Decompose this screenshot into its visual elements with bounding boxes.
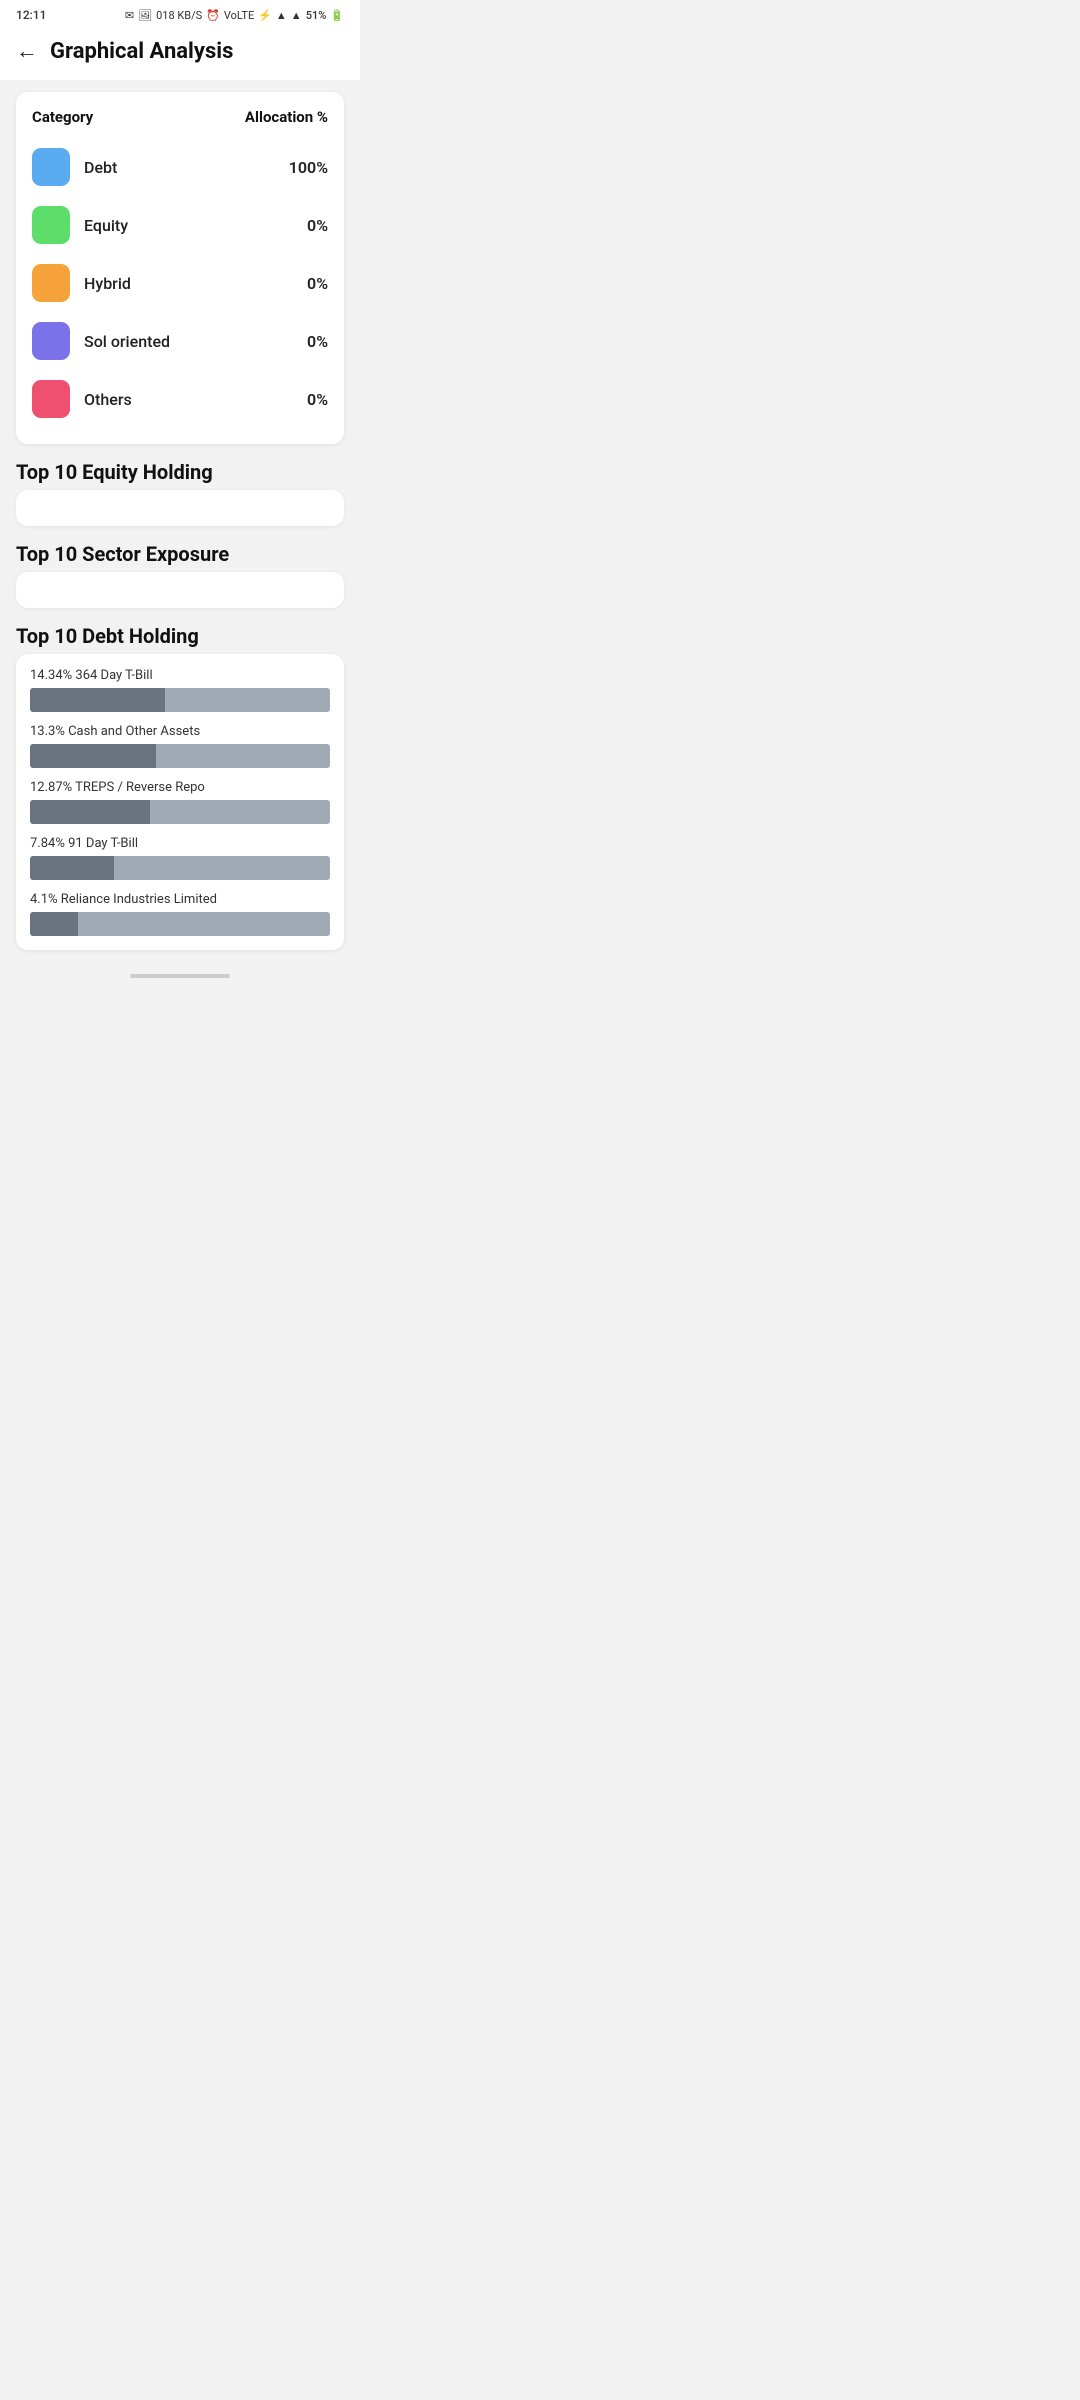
- debt-item-3: 12.87% TREPS / Reverse Repo: [30, 780, 330, 824]
- mail-icon: ✉: [125, 9, 134, 22]
- equity-section-title: Top 10 Equity Holding: [16, 460, 344, 484]
- debt-item-3-bar: [30, 800, 330, 824]
- sector-section: Top 10 Sector Exposure: [16, 542, 344, 608]
- hybrid-allocation: 0%: [307, 274, 328, 293]
- category-row-others: Others 0%: [32, 370, 328, 428]
- debt-item-1-bar: [30, 688, 330, 712]
- hybrid-label: Hybrid: [84, 274, 131, 293]
- equity-label: Equity: [84, 216, 128, 235]
- debt-item-1: 14.34% 364 Day T-Bill: [30, 668, 330, 712]
- image-icon: 🖼: [138, 9, 152, 22]
- debt-label: Debt: [84, 158, 117, 177]
- debt-item-5-label: 4.1% Reliance Industries Limited: [30, 892, 330, 907]
- equity-color-swatch: [32, 206, 70, 244]
- debt-allocation: 100%: [289, 158, 328, 177]
- alarm-icon: ⏰: [206, 9, 220, 22]
- sector-section-title: Top 10 Sector Exposure: [16, 542, 344, 566]
- debt-holding-card: 14.34% 364 Day T-Bill 13.3% Cash and Oth…: [16, 654, 344, 950]
- sol-oriented-label: Sol oriented: [84, 332, 170, 351]
- page-title: Graphical Analysis: [50, 39, 233, 64]
- sol-oriented-allocation: 0%: [307, 332, 328, 351]
- category-card-header: Category Allocation %: [32, 108, 328, 126]
- equity-empty-card: [16, 490, 344, 526]
- volte-icon: VoLTE: [224, 9, 254, 22]
- debt-item-2: 13.3% Cash and Other Assets: [30, 724, 330, 768]
- wifi-icon: ▲: [276, 9, 287, 22]
- equity-section: Top 10 Equity Holding: [16, 460, 344, 526]
- category-row-sol-oriented: Sol oriented 0%: [32, 312, 328, 370]
- equity-allocation: 0%: [307, 216, 328, 235]
- debt-item-4-bar: [30, 856, 330, 880]
- debt-item-5-bar: [30, 912, 330, 936]
- status-time: 12:11: [16, 8, 46, 22]
- others-label: Others: [84, 390, 132, 409]
- category-col-header: Category: [32, 108, 93, 126]
- category-row-equity: Equity 0%: [32, 196, 328, 254]
- debt-item-1-label: 14.34% 364 Day T-Bill: [30, 668, 330, 683]
- category-row-debt: Debt 100%: [32, 138, 328, 196]
- debt-item-4-label: 7.84% 91 Day T-Bill: [30, 836, 330, 851]
- debt-section: Top 10 Debt Holding 14.34% 364 Day T-Bil…: [16, 624, 344, 950]
- battery-level: 51%: [306, 9, 327, 22]
- debt-item-3-label: 12.87% TREPS / Reverse Repo: [30, 780, 330, 795]
- debt-item-4: 7.84% 91 Day T-Bill: [30, 836, 330, 880]
- debt-item-2-label: 13.3% Cash and Other Assets: [30, 724, 330, 739]
- kb-indicator: 018 KB/S: [156, 9, 202, 22]
- page-header: ← Graphical Analysis: [0, 26, 360, 80]
- scroll-bar: [130, 974, 230, 978]
- debt-item-5: 4.1% Reliance Industries Limited: [30, 892, 330, 936]
- battery-icon: 🔋: [330, 9, 344, 22]
- bluetooth-icon: ⚡: [258, 9, 272, 22]
- main-content: Category Allocation % Debt 100% Equity 0…: [0, 80, 360, 994]
- debt-item-2-bar: [30, 744, 330, 768]
- others-color-swatch: [32, 380, 70, 418]
- status-bar: 12:11 ✉ 🖼 018 KB/S ⏰ VoLTE ⚡ ▲ ▲ 51% 🔋: [0, 0, 360, 26]
- sector-empty-card: [16, 572, 344, 608]
- status-icons: ✉ 🖼 018 KB/S ⏰ VoLTE ⚡ ▲ ▲ 51% 🔋: [125, 9, 344, 22]
- hybrid-color-swatch: [32, 264, 70, 302]
- debt-section-title: Top 10 Debt Holding: [16, 624, 344, 648]
- allocation-col-header: Allocation %: [245, 108, 328, 126]
- back-button[interactable]: ←: [16, 38, 38, 64]
- scroll-indicator: [16, 966, 344, 982]
- category-row-hybrid: Hybrid 0%: [32, 254, 328, 312]
- debt-item-2-fill: [30, 744, 156, 768]
- debt-color-swatch: [32, 148, 70, 186]
- debt-item-5-fill: [30, 912, 78, 936]
- signal-icon: ▲: [291, 9, 302, 22]
- debt-item-3-fill: [30, 800, 150, 824]
- debt-item-1-fill: [30, 688, 165, 712]
- debt-item-4-fill: [30, 856, 114, 880]
- category-allocation-card: Category Allocation % Debt 100% Equity 0…: [16, 92, 344, 444]
- sol-oriented-color-swatch: [32, 322, 70, 360]
- others-allocation: 0%: [307, 390, 328, 409]
